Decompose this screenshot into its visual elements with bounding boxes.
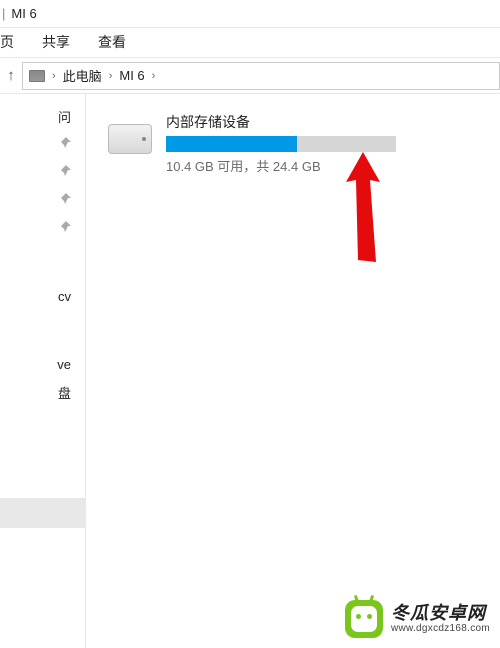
drive-icon [29,70,45,82]
title-separator: | [2,6,5,21]
sidebar-item[interactable] [0,186,85,214]
watermark-url: www.dgxcdz168.com [391,623,490,634]
main-area: 问 cv ve 盘 [0,94,500,648]
sidebar-label: 问 [58,107,71,126]
sidebar-label: ve [57,357,71,372]
sidebar-item[interactable] [0,214,85,242]
sidebar-item[interactable]: ve [0,350,85,378]
storage-bar [166,136,396,152]
breadcrumb-device[interactable]: MI 6 [119,68,144,83]
sidebar-item[interactable]: cv [0,282,85,310]
sidebar-item[interactable]: 盘 [0,378,85,406]
pin-icon [59,193,71,208]
breadcrumb-sep: › [52,70,56,82]
menu-view[interactable]: 查看 [98,32,126,52]
window-title: MI 6 [11,6,36,21]
watermark-text: 冬瓜安卓网 www.dgxcdz168.com [391,604,490,635]
sidebar-item[interactable]: 问 [0,102,85,130]
breadcrumb-sep: › [109,70,113,82]
pin-icon [59,165,71,180]
watermark-logo-icon [345,600,383,638]
storage-drive-icon [108,124,152,154]
breadcrumb-sep: › [152,70,156,82]
sidebar-item[interactable] [0,158,85,186]
sidebar-label: 盘 [58,383,71,402]
annotation-arrow-icon [346,152,396,272]
breadcrumb-address-bar[interactable]: › 此电脑 › MI 6 › [22,62,500,90]
sidebar-selection[interactable] [0,498,85,528]
title-bar: | MI 6 [0,0,500,28]
breadcrumb-this-pc[interactable]: 此电脑 [63,66,102,85]
watermark: 冬瓜安卓网 www.dgxcdz168.com [345,600,490,638]
breadcrumb-row: ↑ › 此电脑 › MI 6 › [0,58,500,94]
content-pane: 内部存储设备 10.4 GB 可用，共 24.4 GB [86,94,500,648]
menu-bar: 页 共享 查看 [0,28,500,58]
nav-up-button[interactable]: ↑ [0,67,22,84]
watermark-site-name: 冬瓜安卓网 [391,604,490,624]
sidebar: 问 cv ve 盘 [0,94,86,648]
pin-icon [59,137,71,152]
menu-share[interactable]: 共享 [42,32,70,52]
drive-item[interactable]: 内部存储设备 10.4 GB 可用，共 24.4 GB [108,112,500,175]
sidebar-item[interactable] [0,130,85,158]
storage-bar-fill [166,136,297,152]
sidebar-label: cv [58,289,71,304]
pin-icon [59,221,71,236]
menu-home[interactable]: 页 [0,32,14,52]
drive-name: 内部存储设备 [166,112,396,132]
